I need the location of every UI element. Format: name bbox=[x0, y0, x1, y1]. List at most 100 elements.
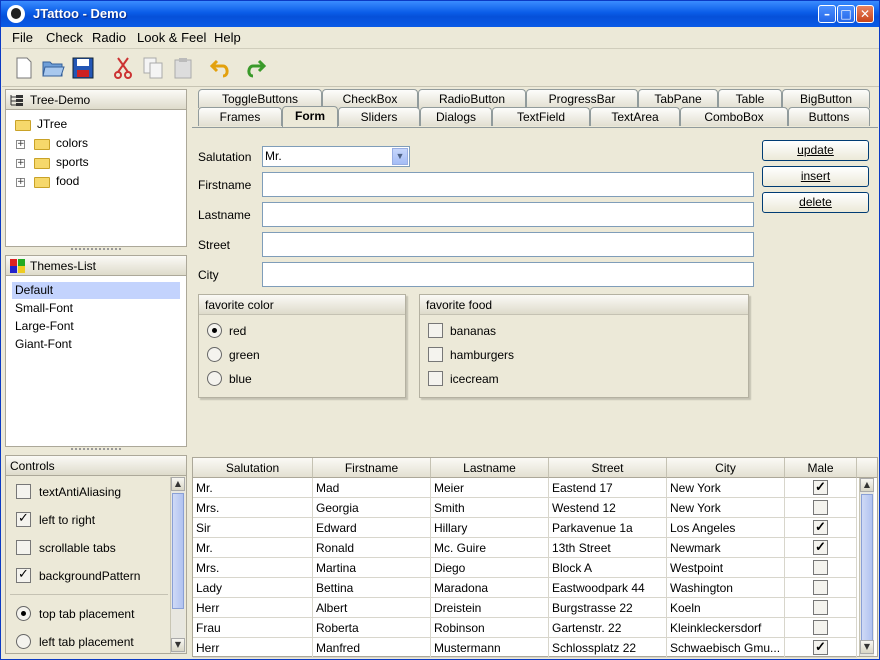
male-checkbox[interactable] bbox=[813, 479, 828, 495]
cell-firstname[interactable]: Mad bbox=[313, 478, 431, 498]
undo-icon[interactable] bbox=[209, 56, 233, 80]
radio-top-tab-placement[interactable] bbox=[16, 606, 31, 621]
male-checkbox[interactable] bbox=[813, 620, 828, 635]
menu-look-and-feel[interactable]: Look & Feel bbox=[137, 30, 206, 45]
theme-item-large-font[interactable]: Large-Font bbox=[12, 318, 180, 335]
cell-city[interactable]: Schwaebisch Gmu... bbox=[667, 638, 785, 658]
scroll-thumb[interactable] bbox=[172, 493, 184, 609]
minimize-button[interactable]: – bbox=[818, 5, 836, 23]
tab-buttons[interactable]: Buttons bbox=[788, 107, 870, 126]
column-header-street[interactable]: Street bbox=[549, 458, 667, 478]
tab-frames[interactable]: Frames bbox=[198, 107, 282, 126]
table-row[interactable]: Lady Bettina Maradona Eastwoodpark 44 Washin… bbox=[193, 578, 857, 598]
table-row[interactable]: Frau Roberta Robinson Gartenstr. 22 Kleinkle… bbox=[193, 618, 857, 638]
cell-firstname[interactable]: Albert bbox=[313, 598, 431, 618]
cell-street[interactable]: Eastend 17 bbox=[549, 478, 667, 498]
table-scrollbar[interactable]: ▲ ▼ bbox=[859, 478, 874, 656]
cell-firstname[interactable]: Martina bbox=[313, 558, 431, 578]
cell-salutation[interactable]: Sir bbox=[193, 518, 313, 538]
male-checkbox[interactable] bbox=[813, 600, 828, 615]
table-row[interactable]: Mr. Ronald Mc. Guire 13th Street Newmark bbox=[193, 538, 857, 558]
radio-red[interactable] bbox=[207, 323, 222, 338]
column-header-male[interactable]: Male bbox=[785, 458, 857, 478]
cell-lastname[interactable]: Maradona bbox=[431, 578, 549, 598]
male-checkbox[interactable] bbox=[813, 519, 828, 535]
tree-root[interactable]: JTree bbox=[37, 117, 67, 131]
radio-green[interactable] bbox=[207, 347, 222, 362]
tab-tab-pane[interactable]: TabPane bbox=[638, 89, 718, 108]
cell-city[interactable]: New York bbox=[667, 498, 785, 518]
cell-salutation[interactable]: Herr bbox=[193, 598, 313, 618]
cell-firstname[interactable]: Edward bbox=[313, 518, 431, 538]
cell-street[interactable]: Burgstrasse 22 bbox=[549, 598, 667, 618]
tab-combo-box[interactable]: ComboBox bbox=[680, 107, 788, 126]
new-file-icon[interactable] bbox=[12, 56, 36, 80]
column-header-salutation[interactable]: Salutation bbox=[193, 458, 313, 478]
save-icon[interactable] bbox=[71, 56, 95, 80]
cell-street[interactable]: Westend 12 bbox=[549, 498, 667, 518]
scroll-up-icon[interactable]: ▲ bbox=[171, 477, 185, 491]
theme-item-small-font[interactable]: Small-Font bbox=[12, 300, 180, 317]
cell-lastname[interactable]: Mc. Guire bbox=[431, 538, 549, 558]
cell-city[interactable]: Newmark bbox=[667, 538, 785, 558]
update-button[interactable]: update bbox=[762, 140, 869, 161]
delete-button[interactable]: delete bbox=[762, 192, 869, 213]
cell-male[interactable] bbox=[785, 558, 857, 578]
cell-male[interactable] bbox=[785, 518, 857, 538]
cell-firstname[interactable]: Manfred bbox=[313, 638, 431, 658]
checkbox-scrollable-tabs[interactable] bbox=[16, 540, 31, 555]
cell-male[interactable] bbox=[785, 478, 857, 498]
cell-lastname[interactable]: Mustermann bbox=[431, 638, 549, 658]
column-header-city[interactable]: City bbox=[667, 458, 785, 478]
cell-lastname[interactable]: Robinson bbox=[431, 618, 549, 638]
male-checkbox[interactable] bbox=[813, 539, 828, 555]
cell-street[interactable]: 13th Street bbox=[549, 538, 667, 558]
scroll-down-icon[interactable]: ▼ bbox=[171, 638, 185, 652]
cell-street[interactable]: Block A bbox=[549, 558, 667, 578]
open-folder-icon[interactable] bbox=[41, 56, 65, 80]
radio-blue[interactable] bbox=[207, 371, 222, 386]
radio-left-tab-placement[interactable] bbox=[16, 634, 31, 649]
checkbox-left-to-right[interactable] bbox=[16, 511, 31, 527]
cell-male[interactable] bbox=[785, 538, 857, 558]
male-checkbox[interactable] bbox=[813, 500, 828, 515]
cell-firstname[interactable]: Georgia bbox=[313, 498, 431, 518]
firstname-field[interactable] bbox=[262, 172, 754, 197]
cell-city[interactable]: Westpoint bbox=[667, 558, 785, 578]
cell-firstname[interactable]: Bettina bbox=[313, 578, 431, 598]
tree-node-sports[interactable]: sports bbox=[56, 155, 89, 169]
tab-big-button[interactable]: BigButton bbox=[782, 89, 870, 108]
splitter[interactable] bbox=[5, 247, 187, 253]
cell-city[interactable]: Los Angeles bbox=[667, 518, 785, 538]
menu-check[interactable]: Check bbox=[46, 30, 83, 45]
controls-scrollbar[interactable]: ▲ ▼ bbox=[170, 477, 185, 653]
cell-street[interactable]: Parkavenue 1a bbox=[549, 518, 667, 538]
close-button[interactable]: ✕ bbox=[856, 5, 874, 23]
expand-icon[interactable]: + bbox=[16, 159, 25, 168]
cell-male[interactable] bbox=[785, 598, 857, 618]
menu-file[interactable]: File bbox=[12, 30, 33, 45]
scroll-up-icon[interactable]: ▲ bbox=[860, 478, 874, 492]
title-bar[interactable]: JTattoo - Demo – □ ✕ bbox=[1, 1, 879, 27]
scroll-down-icon[interactable]: ▼ bbox=[860, 640, 874, 654]
cell-city[interactable]: Washington bbox=[667, 578, 785, 598]
scroll-thumb[interactable] bbox=[861, 494, 873, 642]
menu-radio[interactable]: Radio bbox=[92, 30, 126, 45]
tree-node-food[interactable]: food bbox=[56, 174, 79, 188]
cell-firstname[interactable]: Ronald bbox=[313, 538, 431, 558]
cell-lastname[interactable]: Meier bbox=[431, 478, 549, 498]
table-row[interactable]: Mrs. Martina Diego Block A Westpoint bbox=[193, 558, 857, 578]
cell-lastname[interactable]: Hillary bbox=[431, 518, 549, 538]
redo-icon[interactable] bbox=[243, 56, 267, 80]
splitter[interactable] bbox=[5, 447, 187, 453]
theme-item-default[interactable]: Default bbox=[12, 282, 180, 299]
checkbox-background-pattern[interactable] bbox=[16, 567, 31, 583]
male-checkbox[interactable] bbox=[813, 580, 828, 595]
table-row[interactable]: Herr Albert Dreistein Burgstrasse 22 Koeln bbox=[193, 598, 857, 618]
tab-form[interactable]: Form bbox=[282, 106, 338, 127]
cell-city[interactable]: Kleinkleckersdorf bbox=[667, 618, 785, 638]
cell-city[interactable]: Koeln bbox=[667, 598, 785, 618]
cut-icon[interactable] bbox=[111, 56, 135, 80]
cell-lastname[interactable]: Diego bbox=[431, 558, 549, 578]
table-row[interactable]: Mr. Mad Meier Eastend 17 New York bbox=[193, 478, 857, 498]
